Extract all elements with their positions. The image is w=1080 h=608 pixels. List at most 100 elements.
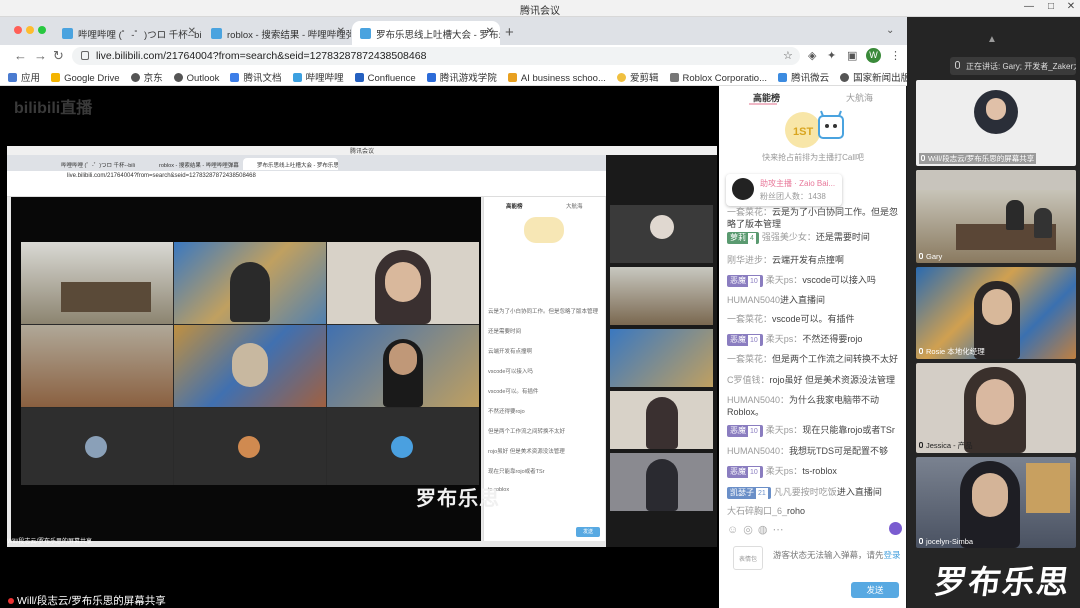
inner-chat-panel: 高能榜 大航海 云是为了小白协同工作。但是忽略了版本管理 还是需要时间 云端开发… — [483, 197, 605, 541]
chat-message: HUMAN5040：为什么我家电脑带不动Roblox。 — [727, 394, 903, 418]
tab-live-room[interactable]: 罗布乐思线上吐槽大会 - 罗布乐思 ✕ — [352, 21, 500, 45]
more-icon[interactable]: ⋯ — [772, 524, 788, 536]
chat-username[interactable]: 柔天ps： — [766, 425, 803, 435]
participant-tile-gary[interactable]: Gary — [916, 170, 1076, 263]
star-icon[interactable]: ☆ — [783, 49, 793, 62]
tab-search-icon[interactable]: ⌄ — [886, 25, 894, 36]
gift-icon[interactable]: ◎ — [743, 524, 758, 536]
participant-name: Will/段志云/罗布乐思的屏幕共享 — [919, 153, 1037, 164]
inner-chat-line: 云端开发有点撞啊 — [488, 349, 533, 355]
bookmark-item[interactable]: Outlook — [173, 73, 219, 84]
chat-username[interactable]: 一套菜花： — [727, 314, 772, 324]
tencent-icon — [426, 73, 436, 82]
chat-username[interactable]: 一套菜花： — [727, 354, 772, 364]
inner-tile-avatar — [174, 408, 326, 485]
fan-medal-badge[interactable]: 恶魔 10 — [727, 275, 763, 287]
chat-username[interactable]: 柔天ps： — [766, 275, 803, 285]
bookmark-item[interactable]: 京东 — [130, 70, 163, 84]
emote-button[interactable]: 表情包 — [733, 546, 763, 570]
chat-username[interactable]: 强强美少女： — [762, 232, 816, 242]
chat-username[interactable]: 柔天ps： — [766, 334, 803, 344]
fan-medal-badge[interactable]: 恶魔 10 — [727, 334, 763, 346]
tab-close-icon[interactable]: ✕ — [486, 26, 494, 37]
url-input[interactable]: live.bilibili.com/21764004?from=search&s… — [72, 47, 800, 65]
chat-username[interactable]: 一套菜花： — [727, 207, 772, 217]
chat-username[interactable]: C罗值钱： — [727, 375, 770, 385]
profile-avatar[interactable]: W — [866, 48, 881, 63]
bookmark-item[interactable]: Roblox Corporatio... — [669, 73, 767, 84]
participant-tile-jessica[interactable]: Jessica - 产品 — [916, 363, 1076, 453]
tab-guard[interactable]: 大航海 — [846, 91, 873, 104]
bookmark-item[interactable]: 腾讯微云 — [778, 70, 829, 84]
ceiling-shape — [916, 170, 1076, 190]
chat-message: 萝莉 4 强强美少女：还是需要时间 — [727, 231, 903, 244]
minimize-icon[interactable]: — — [1022, 1, 1036, 12]
chat-message: 大石碎胸口_6_roho — [727, 505, 903, 517]
bookmark-item[interactable]: 爱剪辑 — [616, 70, 658, 84]
chat-username[interactable]: 柔天ps： — [766, 466, 803, 476]
scroll-up-icon[interactable]: ▲ — [987, 34, 997, 45]
fan-medal-badge[interactable]: 萝莉 4 — [727, 232, 759, 244]
shelf-shape — [1026, 463, 1070, 513]
chat-username[interactable]: 刚华进步： — [727, 255, 772, 265]
bookmark-item[interactable]: 腾讯游戏学院 — [426, 70, 497, 84]
extension-icon[interactable]: ◈ — [808, 49, 816, 62]
chat-username[interactable]: HUMAN5040： — [727, 395, 789, 405]
send-button[interactable]: 发送 — [851, 582, 899, 598]
inner-tab: 哔哩哔哩 (゜-゜)つロ 千杯--bili — [61, 163, 135, 169]
pinned-fan-club-card[interactable]: 助攻主播 · Zaio Bai... 粉丝团人数：1438 — [726, 174, 842, 206]
inner-tile-robots-2 — [174, 325, 326, 407]
bookmark-item[interactable]: 腾讯文档 — [230, 70, 282, 84]
chat-username[interactable]: HUMAN5040 — [727, 295, 780, 305]
forward-icon[interactable]: → — [34, 48, 47, 63]
window-close-dot[interactable] — [14, 26, 22, 34]
close-icon[interactable]: ✕ — [1064, 1, 1078, 12]
participant-name: jocelyn-Simba — [919, 537, 973, 546]
tab-close-icon[interactable]: ✕ — [337, 26, 345, 37]
back-icon[interactable]: ← — [14, 48, 27, 63]
participant-tile-will[interactable]: Will/段志云/罗布乐思的屏幕共享 — [916, 80, 1076, 166]
bookmark-item[interactable]: 国家新闻出版署-进... — [840, 70, 907, 84]
new-tab-button[interactable]: + — [505, 24, 514, 41]
fan-medal-badge[interactable]: 恶魔 10 — [727, 425, 763, 437]
docs-icon — [230, 73, 240, 82]
chat-username[interactable]: HUMAN5040： — [727, 446, 789, 456]
inner-send-button: 发送 — [576, 527, 600, 537]
participant-tile-jocelyn[interactable]: jocelyn-Simba — [916, 457, 1076, 548]
chat-message-list[interactable]: 一套菜花：云是为了小白协同工作。但是忽略了版本管理 萝莉 4 强强美少女：还是需要时间… — [719, 166, 906, 536]
fan-medal-badge[interactable]: 凯瑟子 21 — [727, 487, 771, 499]
bookmark-item[interactable]: Google Drive — [51, 73, 120, 84]
bookmark-apps[interactable]: 应用 — [8, 70, 40, 84]
reload-icon[interactable]: ↻ — [53, 48, 64, 64]
tab-favicon-icon — [360, 28, 371, 39]
tab-bilibili-home[interactable]: 哔哩哔哩 (゜-゜)つロ 千杯--bili ✕ — [54, 21, 202, 45]
chat-text: 进入直播间 — [780, 295, 826, 305]
gift-bubble-icon[interactable] — [889, 522, 902, 535]
tab-roblox-search[interactable]: roblox - 搜索结果 - 哔哩哔哩弹幕 ✕ — [203, 21, 351, 45]
window-minimize-dot[interactable] — [26, 26, 34, 34]
bilibili-live-logo: bilibili直播 — [14, 100, 93, 117]
puzzle-icon[interactable]: ✦ — [827, 49, 836, 62]
login-link[interactable]: 登录 — [884, 550, 901, 560]
chat-username[interactable]: 凡凡要按时吃饭 — [774, 487, 837, 497]
bookmark-item[interactable]: Confluence — [354, 73, 416, 84]
more-menu-icon[interactable]: ⋮ — [890, 49, 901, 62]
chat-text: 现在只能靠rojo或者TSr — [802, 425, 895, 435]
person-shape — [646, 459, 678, 511]
inner-chat-line: 云是为了小白协同工作。但是忽略了版本管理 — [488, 309, 599, 315]
bookmark-item[interactable]: 哔哩哔哩 — [292, 70, 344, 84]
tab-close-icon[interactable]: ✕ — [188, 26, 196, 37]
fan-medal-badge[interactable]: 恶魔 10 — [727, 466, 763, 478]
cloud-icon — [778, 73, 788, 82]
maximize-icon[interactable]: □ — [1044, 1, 1058, 12]
chat-message: 恶魔 10 柔天ps：不然还得要rojo — [727, 333, 903, 346]
extension-icon-2[interactable]: ▣ — [847, 49, 857, 62]
participant-tile-rosie[interactable]: Rosie 本地化经理 — [916, 267, 1076, 359]
lottery-icon[interactable]: ◍ — [758, 524, 773, 536]
participant-name: Gary — [919, 252, 942, 261]
emoji-icon[interactable]: ☺ — [727, 524, 743, 536]
bookmark-item[interactable]: AI business schoo... — [507, 73, 606, 84]
chat-input-area[interactable]: 表情包 游客状态无法输入弹幕，请先登录 — [727, 541, 901, 577]
window-maximize-dot[interactable] — [38, 26, 46, 34]
chat-username[interactable]: 大石碎胸口_6_ — [727, 506, 787, 516]
